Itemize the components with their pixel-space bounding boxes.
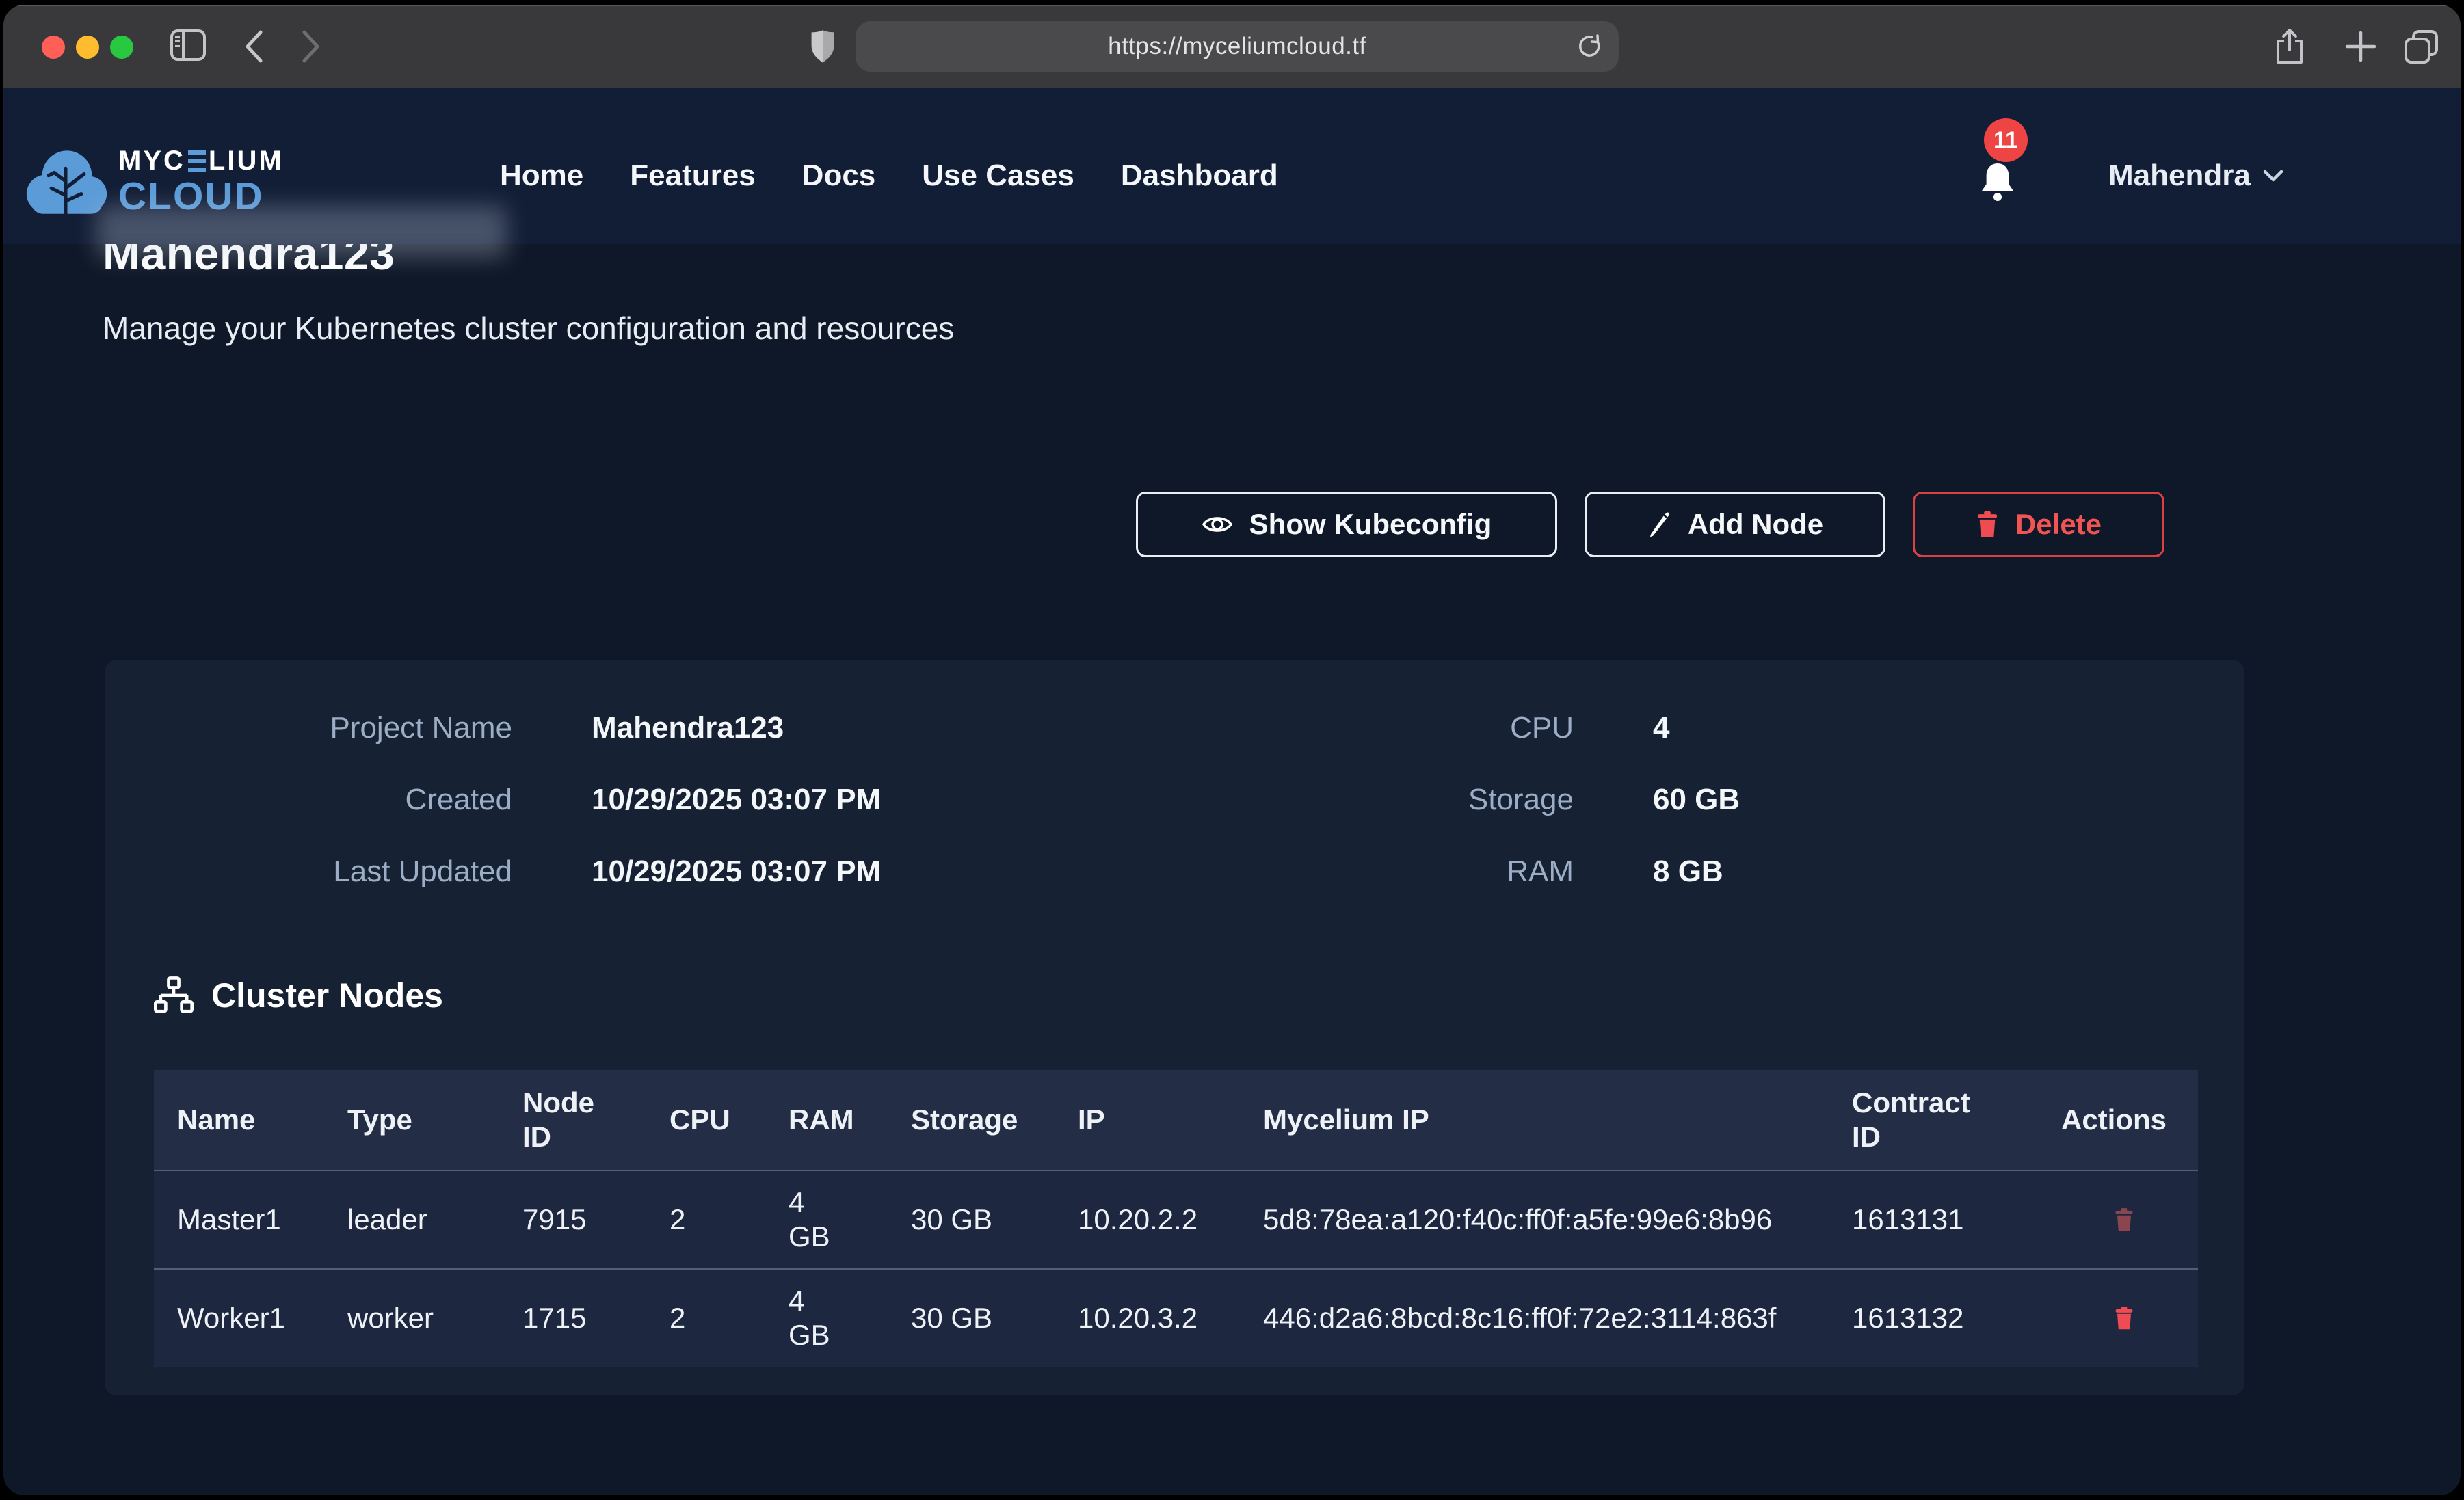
- col-storage: Storage: [888, 1070, 1055, 1170]
- cell-storage: 30 GB: [888, 1171, 1055, 1268]
- add-node-button[interactable]: Add Node: [1585, 492, 1885, 557]
- cell-type: worker: [324, 1270, 499, 1367]
- info-value-storage: 60 GB: [1653, 782, 2244, 818]
- cell-ram: 4 GB: [765, 1270, 888, 1367]
- tab-overview-icon[interactable]: [2404, 29, 2439, 65]
- info-label-project-name: Project Name: [105, 710, 512, 746]
- zoom-window-button[interactable]: [110, 36, 133, 59]
- info-label-ram: RAM: [1355, 854, 1574, 889]
- user-name: Mahendra: [2108, 159, 2251, 192]
- minimize-window-button[interactable]: [76, 36, 99, 59]
- col-ip: IP: [1055, 1070, 1240, 1170]
- cell-name: Worker1: [154, 1270, 324, 1367]
- cluster-nodes-title: Cluster Nodes: [211, 976, 443, 1015]
- page-subtitle: Manage your Kubernetes cluster configura…: [103, 310, 954, 347]
- show-kubeconfig-label: Show Kubeconfig: [1249, 508, 1492, 541]
- back-icon[interactable]: [244, 29, 263, 64]
- redaction-blur: [96, 206, 507, 258]
- nav-link-docs[interactable]: Docs: [802, 159, 876, 192]
- cell-ram: 4 GB: [765, 1171, 888, 1268]
- cell-cpu: 2: [646, 1171, 765, 1268]
- cluster-info-grid: Project Name Mahendra123 CPU 4 Created 1…: [105, 710, 2244, 889]
- reload-icon[interactable]: [1576, 34, 1604, 61]
- col-cpu: CPU: [646, 1070, 765, 1170]
- notifications-button[interactable]: 11: [1973, 118, 2062, 228]
- privacy-shield-icon[interactable]: [809, 29, 836, 65]
- sitemap-icon: [154, 976, 194, 1015]
- nav-link-dashboard[interactable]: Dashboard: [1121, 159, 1278, 192]
- share-icon[interactable]: [2275, 28, 2304, 65]
- browser-chrome: https://myceliumcloud.tf: [3, 5, 2461, 88]
- eye-icon: [1202, 513, 1233, 535]
- bell-icon: [1978, 161, 2017, 202]
- pencil-icon: [1647, 511, 1671, 537]
- info-value-last-updated: 10/29/2025 03:07 PM: [592, 854, 1275, 889]
- info-label-cpu: CPU: [1355, 710, 1574, 746]
- table-row-worker1: Worker1 worker 1715 2 4 GB 30 GB 10.20.3…: [154, 1268, 2198, 1367]
- close-window-button[interactable]: [42, 36, 65, 59]
- cell-ip: 10.20.2.2: [1055, 1171, 1240, 1268]
- col-node-id: Node ID: [499, 1070, 646, 1170]
- col-mycelium-ip: Mycelium IP: [1240, 1070, 1829, 1170]
- cell-mycelium-ip: 446:d2a6:8bcd:8c16:ff0f:72e2:3114:863f: [1240, 1270, 1829, 1367]
- forward-icon[interactable]: [302, 29, 321, 64]
- col-ram: RAM: [765, 1070, 888, 1170]
- delete-node-icon[interactable]: [2114, 1306, 2134, 1330]
- cell-type: leader: [324, 1171, 499, 1268]
- col-type: Type: [324, 1070, 499, 1170]
- nodes-table: Name Type Node ID CPU RAM Storage IP Myc…: [154, 1070, 2198, 1367]
- cell-ip: 10.20.3.2: [1055, 1270, 1240, 1367]
- sidebar-toggle-icon[interactable]: [170, 29, 206, 61]
- cell-node-id: 1715: [499, 1270, 646, 1367]
- new-tab-icon[interactable]: [2345, 31, 2376, 62]
- col-actions: Actions: [2038, 1070, 2198, 1170]
- add-node-label: Add Node: [1688, 508, 1823, 541]
- user-menu[interactable]: Mahendra: [2108, 159, 2283, 192]
- delete-cluster-button[interactable]: Delete: [1913, 492, 2164, 557]
- nav-link-use-cases[interactable]: Use Cases: [922, 159, 1074, 192]
- cell-contract-id: 1613132: [1829, 1270, 2038, 1367]
- nav-link-features[interactable]: Features: [630, 159, 755, 192]
- cell-contract-id: 1613131: [1829, 1171, 2038, 1268]
- browser-window: https://myceliumcloud.tf: [3, 5, 2461, 1495]
- info-value-cpu: 4: [1653, 710, 2244, 746]
- col-name: Name: [154, 1070, 324, 1170]
- brand-e-glyph: [188, 150, 206, 172]
- info-label-created: Created: [105, 782, 512, 818]
- chevron-down-icon: [2263, 169, 2283, 183]
- table-row-master1: Master1 leader 7915 2 4 GB 30 GB 10.20.2…: [154, 1170, 2198, 1268]
- trash-icon: [1976, 511, 1999, 538]
- info-label-storage: Storage: [1355, 782, 1574, 818]
- address-bar[interactable]: https://myceliumcloud.tf: [856, 21, 1619, 72]
- url-text: https://myceliumcloud.tf: [1108, 33, 1366, 60]
- nav-links: Home Features Docs Use Cases Dashboard: [500, 159, 1278, 192]
- cell-cpu: 2: [646, 1270, 765, 1367]
- brand-line1: MYCLIUM: [118, 147, 284, 174]
- show-kubeconfig-button[interactable]: Show Kubeconfig: [1136, 492, 1557, 557]
- delete-label: Delete: [2015, 508, 2102, 541]
- cell-actions: [2038, 1270, 2198, 1367]
- delete-node-icon-disabled[interactable]: [2114, 1207, 2134, 1232]
- info-value-ram: 8 GB: [1653, 854, 2244, 889]
- cell-name: Master1: [154, 1171, 324, 1268]
- cell-node-id: 7915: [499, 1171, 646, 1268]
- notification-count-badge: 11: [1984, 118, 2028, 162]
- cell-storage: 30 GB: [888, 1270, 1055, 1367]
- info-value-project-name: Mahendra123: [592, 710, 1275, 746]
- cell-actions: [2038, 1171, 2198, 1268]
- info-label-last-updated: Last Updated: [105, 854, 512, 889]
- nav-link-home[interactable]: Home: [500, 159, 583, 192]
- cell-mycelium-ip: 5d8:78ea:a120:f40c:ff0f:a5fe:99e6:8b96: [1240, 1171, 1829, 1268]
- col-contract-id: Contract ID: [1829, 1070, 2038, 1170]
- nodes-table-header: Name Type Node ID CPU RAM Storage IP Myc…: [154, 1070, 2198, 1170]
- cluster-details-card: Project Name Mahendra123 CPU 4 Created 1…: [105, 660, 2244, 1395]
- cluster-nodes-header: Cluster Nodes: [154, 976, 443, 1015]
- info-value-created: 10/29/2025 03:07 PM: [592, 782, 1275, 818]
